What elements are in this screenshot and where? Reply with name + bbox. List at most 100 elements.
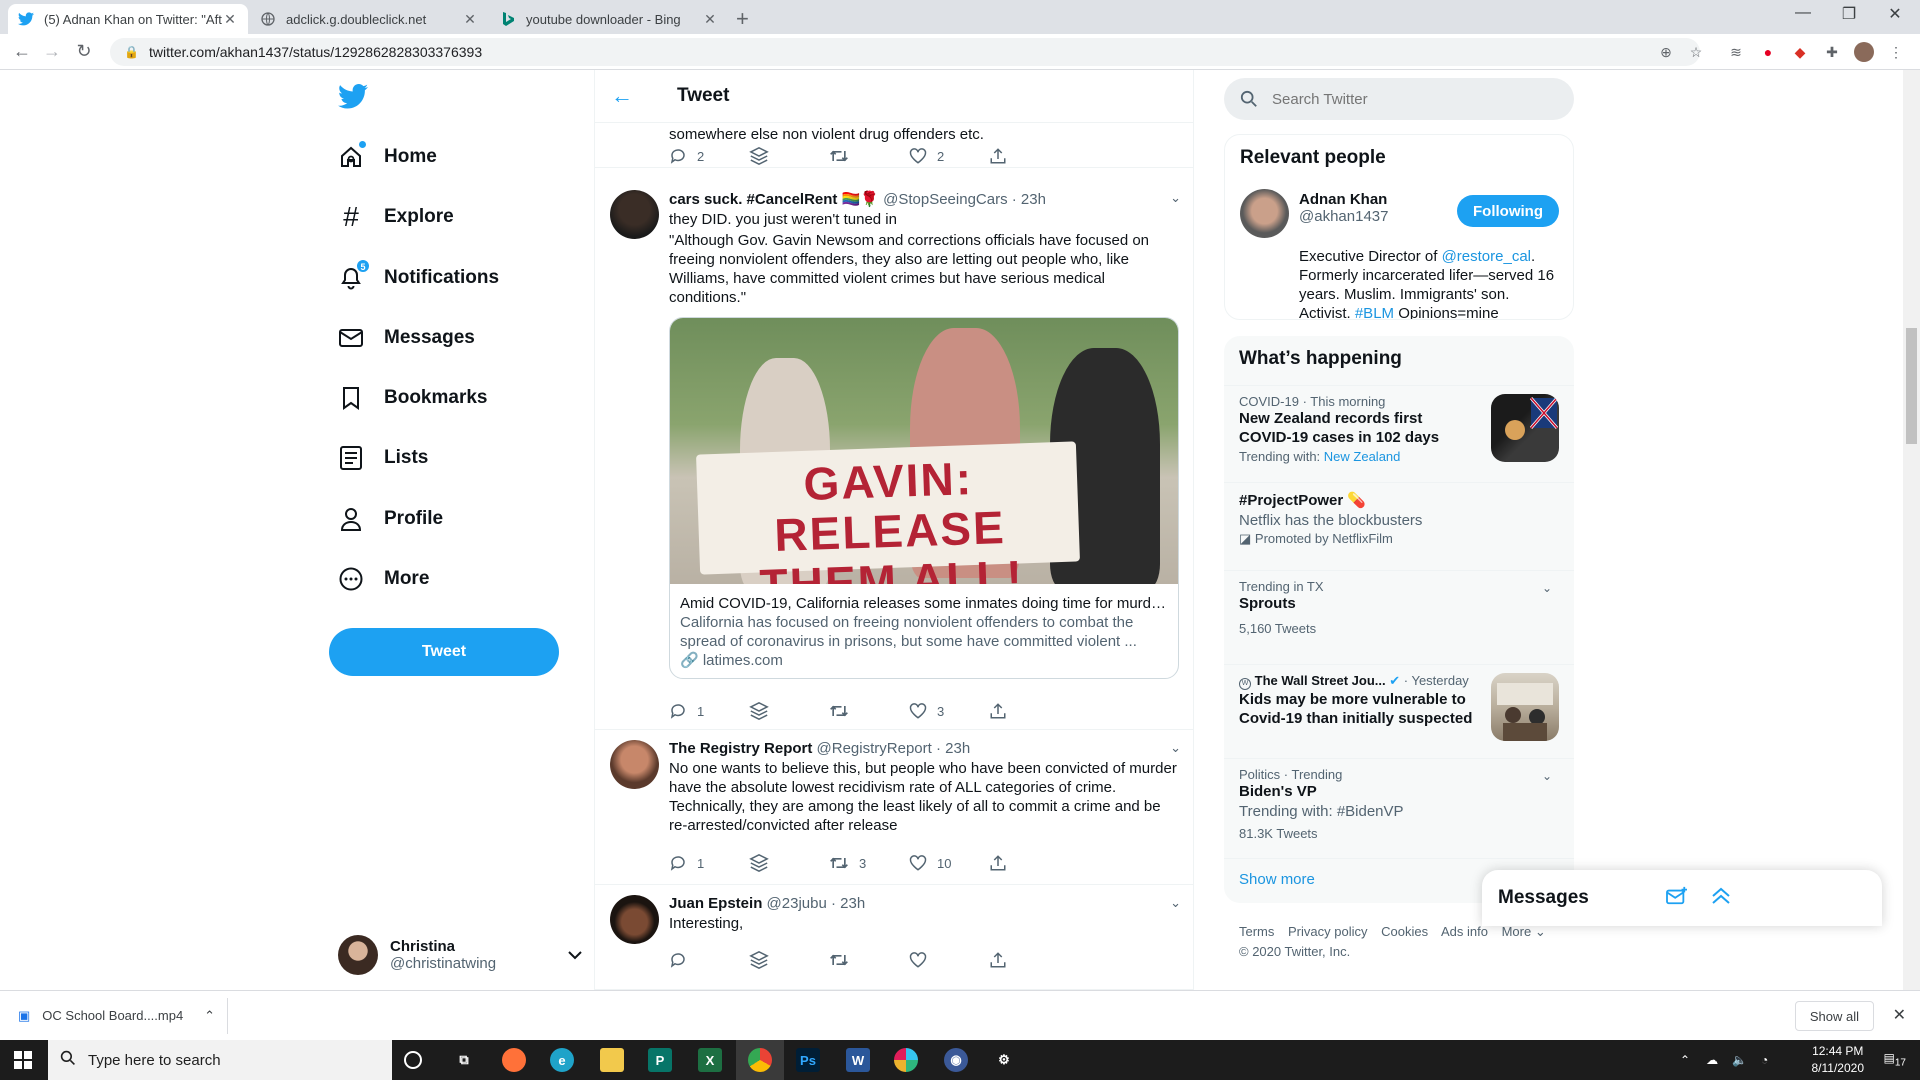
tweet-time[interactable]: · 23h xyxy=(1012,191,1046,208)
notification-center-icon[interactable]: ▤17 xyxy=(1884,1051,1906,1068)
account-switcher[interactable]: Christina @christinatwing xyxy=(338,930,583,980)
nav-explore[interactable]: # Explore xyxy=(338,197,454,237)
maximize-icon[interactable]: ❐ xyxy=(1826,4,1872,24)
pinterest-icon[interactable]: ● xyxy=(1758,42,1778,62)
avatar[interactable] xyxy=(610,895,659,944)
nav-bookmarks[interactable]: Bookmarks xyxy=(338,378,488,418)
messages-dock[interactable]: Messages xyxy=(1482,870,1882,926)
author-handle[interactable]: @23jubu xyxy=(767,895,827,912)
retweet-button[interactable] xyxy=(829,949,909,971)
like-button[interactable]: 2 xyxy=(909,145,989,167)
stack-button[interactable] xyxy=(749,145,829,167)
close-tab-icon[interactable]: ✕ xyxy=(222,11,238,28)
browser-tab-doubleclick[interactable]: adclick.g.doubleclick.net ✕ xyxy=(250,4,488,34)
stack-button[interactable] xyxy=(749,700,829,722)
like-button[interactable] xyxy=(909,949,989,971)
author-name[interactable]: The Registry Report xyxy=(669,740,812,757)
footer-link[interactable]: Terms xyxy=(1239,924,1274,939)
retweet-button[interactable]: 3 xyxy=(829,852,909,874)
download-item[interactable]: ▣ OC School Board....mp4 ⌃ xyxy=(18,997,228,1034)
search-input[interactable] xyxy=(1272,90,1552,108)
reply-button[interactable]: 2 xyxy=(669,145,749,167)
menu-dots-icon[interactable]: ⋮ xyxy=(1886,42,1906,62)
page-scrollbar[interactable] xyxy=(1903,70,1920,990)
avatar[interactable] xyxy=(610,740,659,789)
nav-notifications[interactable]: 5 Notifications xyxy=(338,258,499,298)
extension-badge-icon[interactable]: ◆ xyxy=(1790,42,1810,62)
file-explorer-icon[interactable] xyxy=(600,1048,624,1072)
hashtag-link[interactable]: #BLM xyxy=(1355,305,1394,319)
minimize-icon[interactable]: — xyxy=(1780,4,1826,22)
new-tab-icon[interactable]: + xyxy=(736,6,749,32)
tweet[interactable]: ⌄ Juan Epstein @23jubu · 23h Interesting… xyxy=(595,885,1193,990)
trend-item[interactable]: Politics · Trending Biden's VP Trending … xyxy=(1224,758,1574,858)
url-field[interactable]: 🔒 twitter.com/akhan1437/status/129286282… xyxy=(110,38,1700,66)
photoshop-icon[interactable]: Ps xyxy=(796,1048,820,1072)
search-box[interactable] xyxy=(1224,78,1574,120)
author-name[interactable]: Juan Epstein xyxy=(669,895,762,912)
bio-link[interactable]: @restore_cal xyxy=(1442,248,1531,265)
chevron-up-icon[interactable] xyxy=(1710,886,1732,911)
publisher-icon[interactable]: P xyxy=(648,1048,672,1072)
twitter-logo-icon[interactable] xyxy=(338,84,368,110)
windows-start-icon[interactable] xyxy=(14,1051,32,1074)
chevron-down-icon[interactable]: ⌄ xyxy=(1542,769,1552,783)
chrome-icon[interactable] xyxy=(748,1048,772,1072)
footer-link[interactable]: More ⌄ xyxy=(1502,924,1546,939)
reload-icon[interactable]: ↻ xyxy=(72,41,96,62)
share-button[interactable] xyxy=(989,949,1069,971)
clock[interactable]: 12:44 PM 8/11/2020 xyxy=(1812,1043,1865,1077)
retweet-button[interactable] xyxy=(829,145,909,167)
profile-avatar-icon[interactable] xyxy=(1854,42,1874,62)
firefox-icon[interactable] xyxy=(502,1048,526,1072)
taskbar-search[interactable]: Type here to search xyxy=(48,1040,392,1080)
tweet[interactable]: ⌄ cars suck. #CancelRent 🏳️‍🌈🌹 @StopSeei… xyxy=(595,180,1193,730)
share-button[interactable] xyxy=(989,852,1069,874)
task-view-icon[interactable]: ⧉ xyxy=(452,1048,476,1072)
tweet-time[interactable]: · 23h xyxy=(831,895,865,912)
footer-link[interactable]: Ads info xyxy=(1441,924,1488,939)
tweet[interactable]: ⌄ The Registry Report @RegistryReport · … xyxy=(595,730,1193,885)
avatar[interactable] xyxy=(1240,189,1289,238)
show-all-button[interactable]: Show all xyxy=(1794,1001,1874,1031)
puzzle-icon[interactable]: ✚ xyxy=(1822,42,1842,62)
tweet-button[interactable]: Tweet xyxy=(329,628,559,676)
close-window-icon[interactable]: ✕ xyxy=(1872,4,1918,24)
share-button[interactable] xyxy=(989,145,1069,167)
cortana-icon[interactable] xyxy=(404,1051,422,1069)
close-tab-icon[interactable]: ✕ xyxy=(702,11,718,28)
tweet[interactable]: somewhere else non violent drug offender… xyxy=(595,123,1193,168)
footer-link[interactable]: Cookies xyxy=(1381,924,1428,939)
following-button[interactable]: Following xyxy=(1457,195,1559,227)
speaker-icon[interactable]: 🔈 xyxy=(1732,1053,1747,1067)
user-handle[interactable]: @akhan1437 xyxy=(1299,208,1388,225)
excel-icon[interactable]: X xyxy=(698,1048,722,1072)
like-button[interactable]: 3 xyxy=(909,700,989,722)
trend-item-promoted[interactable]: #ProjectPower 💊 Netflix has the blockbus… xyxy=(1224,482,1574,570)
back-arrow-icon[interactable]: ← xyxy=(10,41,34,62)
author-name[interactable]: cars suck. #CancelRent 🏳️‍🌈🌹 xyxy=(669,191,879,208)
reply-button[interactable]: 1 xyxy=(669,700,749,722)
nav-more[interactable]: More xyxy=(338,559,429,599)
layers-extension-icon[interactable]: ≋ xyxy=(1726,42,1746,62)
reply-button[interactable]: 1 xyxy=(669,852,749,874)
trend-item[interactable]: Trending in TX Sprouts 5,160 Tweets ⌄ xyxy=(1224,570,1574,664)
onedrive-icon[interactable]: ☁ xyxy=(1706,1053,1718,1067)
word-icon[interactable]: W xyxy=(846,1048,870,1072)
trend-item-news[interactable]: W The Wall Street Jou... ✔ · Yesterday K… xyxy=(1224,664,1574,758)
reply-button[interactable] xyxy=(669,949,749,971)
trend-item[interactable]: COVID-19 · This morning New Zealand reco… xyxy=(1224,385,1574,482)
browser-tab-bing[interactable]: youtube downloader - Bing ✕ xyxy=(490,4,728,34)
tweet-time[interactable]: · 23h xyxy=(936,740,970,757)
nav-home[interactable]: Home xyxy=(338,137,437,177)
avatar[interactable] xyxy=(610,190,659,239)
forward-arrow-icon[interactable]: → xyxy=(40,41,64,62)
back-arrow-icon[interactable]: ← xyxy=(611,83,641,109)
slack-icon[interactable] xyxy=(894,1048,918,1072)
nav-messages[interactable]: Messages xyxy=(338,318,475,358)
close-tab-icon[interactable]: ✕ xyxy=(462,11,478,28)
scrollbar-thumb[interactable] xyxy=(1906,328,1917,444)
star-icon[interactable]: ☆ xyxy=(1686,42,1706,62)
share-button[interactable] xyxy=(989,700,1069,722)
like-button[interactable]: 10 xyxy=(909,852,989,874)
